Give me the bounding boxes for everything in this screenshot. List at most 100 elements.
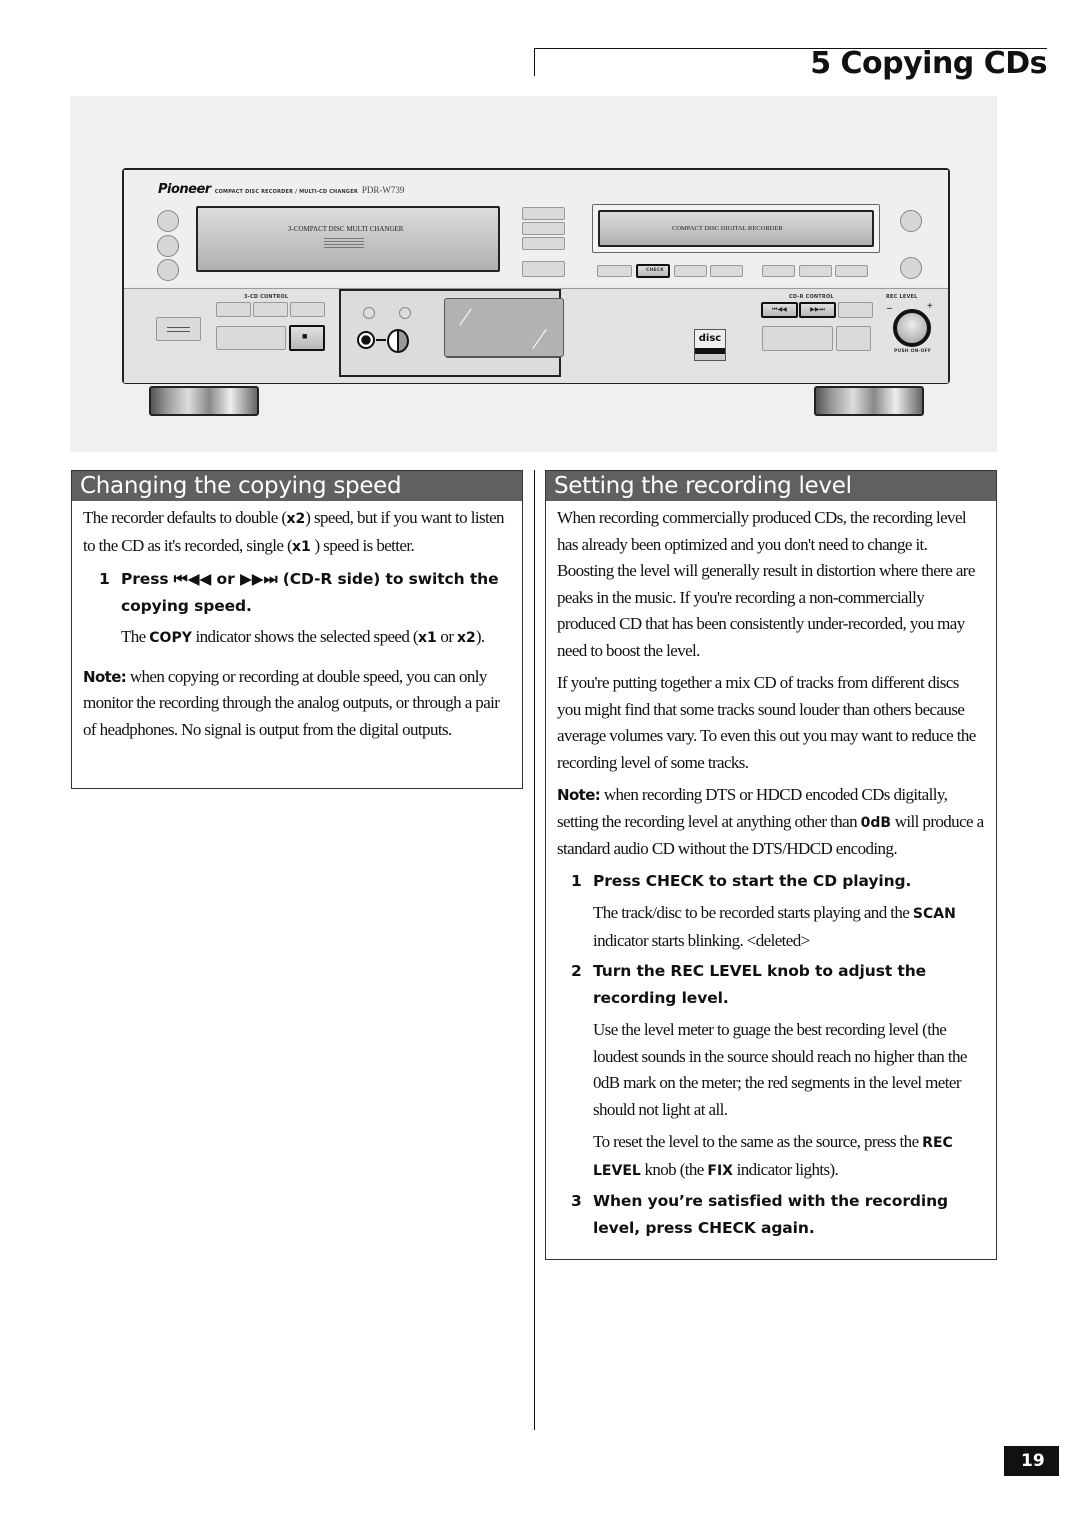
step-1: 1 Press CHECK to start the CD playing.	[571, 868, 986, 895]
changer-tray: 3-COMPACT DISC MULTI CHANGER	[196, 206, 500, 272]
page-number: 19	[1004, 1446, 1059, 1476]
power-button-line	[167, 327, 190, 332]
text: The recorder defaults to double (	[83, 508, 287, 527]
step-detail: To reset the level to the same as the so…	[571, 1129, 986, 1184]
cd-stop-button: ■	[289, 325, 325, 351]
copy-indicator: COPY	[149, 630, 192, 646]
speed-x1: x1	[417, 630, 437, 646]
speed-x2: x2	[286, 511, 306, 527]
step-instruction: When you’re satisfied with the recording…	[593, 1192, 948, 1237]
step-number: 1	[571, 871, 582, 890]
open-close-button	[522, 261, 565, 277]
cd-button-3	[290, 302, 325, 317]
recorder-circle-button	[900, 257, 922, 279]
power-indicator	[900, 210, 922, 232]
phones-level-knob	[387, 329, 409, 353]
device-illustration: Pioneer COMPACT DISC RECORDER / MULTI-CD…	[70, 96, 997, 452]
knob-minus: –	[887, 303, 892, 314]
lcd-screen	[444, 298, 564, 357]
lower-control-band: 3-CD CONTROL ■ disc CD-R CONTROL ⏮◀◀ ▶▶⏭…	[124, 288, 948, 383]
cdr-button-5	[836, 326, 871, 351]
scan-indicator: SCAN	[912, 906, 956, 922]
model-number: PDR-W739	[361, 185, 405, 195]
text: or	[436, 627, 458, 646]
section-copying-speed: Changing the copying speed The recorder …	[71, 470, 523, 789]
changer-tray-label: 3-COMPACT DISC MULTI CHANGER	[288, 225, 404, 233]
step-1: 1 Press ⏮◀◀ or ▶▶⏭ (CD-R side) to switch…	[99, 566, 512, 619]
note-paragraph: Note: when copying or recording at doubl…	[83, 664, 512, 744]
step-number: 1	[99, 570, 110, 588]
recorder-button-3	[674, 265, 707, 277]
speed-x1: x1	[292, 538, 311, 555]
step-number: 3	[571, 1192, 582, 1210]
lcd-glare-1	[459, 308, 472, 326]
indicator-led-2	[399, 307, 411, 319]
stop-icon: ■	[302, 331, 308, 341]
push-on-off-label: PUSH ON-OFF	[894, 349, 932, 354]
rec-level-knob	[893, 309, 931, 347]
cdr-record-button	[762, 326, 833, 351]
disc-3-button	[157, 259, 179, 281]
disc-2-button	[157, 235, 179, 257]
cdr-control-label: CD-R CONTROL	[789, 294, 834, 300]
jack-connector	[376, 339, 386, 341]
left-foot	[149, 386, 259, 416]
check-button-label: CHECK	[646, 268, 664, 273]
cd-control-label: 3-CD CONTROL	[244, 294, 289, 300]
text: indicator shows the selected speed (	[191, 627, 419, 646]
note-text: when copying or recording at double spee…	[83, 666, 500, 739]
step-number: 2	[571, 962, 582, 980]
intro-paragraph: When recording commercially produced CDs…	[557, 508, 975, 660]
text: knob (the	[640, 1159, 708, 1179]
text: The	[121, 627, 150, 646]
text: indicator lights).	[732, 1159, 839, 1179]
product-description: COMPACT DISC RECORDER / MULTI-CD CHANGER	[214, 189, 358, 195]
cdr-prev-button: ⏮◀◀	[761, 302, 798, 318]
lcd-glare-2	[532, 328, 547, 350]
changer-button-2	[522, 222, 565, 235]
fix-indicator: FIX	[707, 1162, 733, 1179]
recorder-button-5	[762, 265, 795, 277]
text: The track/disc to be recorded starts pla…	[593, 903, 913, 922]
text: indicator starts blinking. <deleted>	[593, 930, 810, 950]
section-recording-level: Setting the recording level When recordi…	[545, 470, 997, 1260]
power-button	[156, 317, 201, 341]
step-3: 3 When you’re satisfied with the recordi…	[571, 1188, 986, 1241]
disc-1-button	[157, 210, 179, 232]
recorder-button-6	[799, 265, 832, 277]
intro-paragraph: The recorder defaults to double (x2) spe…	[83, 505, 512, 560]
section-title: Setting the recording level	[546, 471, 996, 501]
changer-button-1	[522, 207, 565, 220]
note-paragraph: Note: when recording DTS or HDCD encoded…	[557, 782, 986, 863]
upper-panel: Pioneer COMPACT DISC RECORDER / MULTI-CD…	[124, 170, 948, 286]
cdr-button-3	[838, 302, 873, 318]
recorder-tray-frame: COMPACT DISC DIGITAL RECORDER	[592, 204, 880, 253]
chapter-rule-tick	[534, 48, 535, 76]
recorder-button-1	[597, 265, 632, 277]
rec-level-label: REC LEVEL	[886, 294, 918, 300]
step-instruction: Turn the REC LEVEL knob to adjust the re…	[593, 962, 927, 1007]
chapter-title: 5 Copying CDs	[810, 46, 1047, 81]
recorder-button-4	[710, 265, 743, 277]
step-detail: The track/disc to be recorded starts pla…	[571, 900, 986, 954]
zero-db: 0dB	[860, 814, 892, 831]
section-title: Changing the copying speed	[72, 471, 522, 501]
cd-recorder-front-panel: Pioneer COMPACT DISC RECORDER / MULTI-CD…	[122, 168, 950, 384]
mix-cd-paragraph: If you're putting together a mix CD of t…	[557, 673, 976, 772]
check-button: CHECK	[636, 264, 670, 278]
tray-slot-icon	[324, 238, 364, 248]
cdr-next-button: ▶▶⏭	[799, 302, 836, 318]
step-detail: The COPY indicator shows the selected sp…	[99, 624, 512, 652]
compact-disc-logo: disc	[694, 329, 726, 361]
column-divider	[534, 470, 535, 1430]
changer-button-3	[522, 237, 565, 250]
knob-plus: +	[927, 301, 933, 312]
step-instruction: Press CHECK to start the CD playing.	[593, 871, 912, 890]
cd-play-button	[216, 326, 286, 350]
cd-button-2	[253, 302, 288, 317]
note-label: Note:	[557, 786, 601, 804]
recorder-tray: COMPACT DISC DIGITAL RECORDER	[598, 210, 874, 247]
speed-x2: x2	[457, 630, 476, 646]
pioneer-logo: Pioneer	[158, 182, 211, 197]
note-label: Note:	[83, 667, 127, 686]
